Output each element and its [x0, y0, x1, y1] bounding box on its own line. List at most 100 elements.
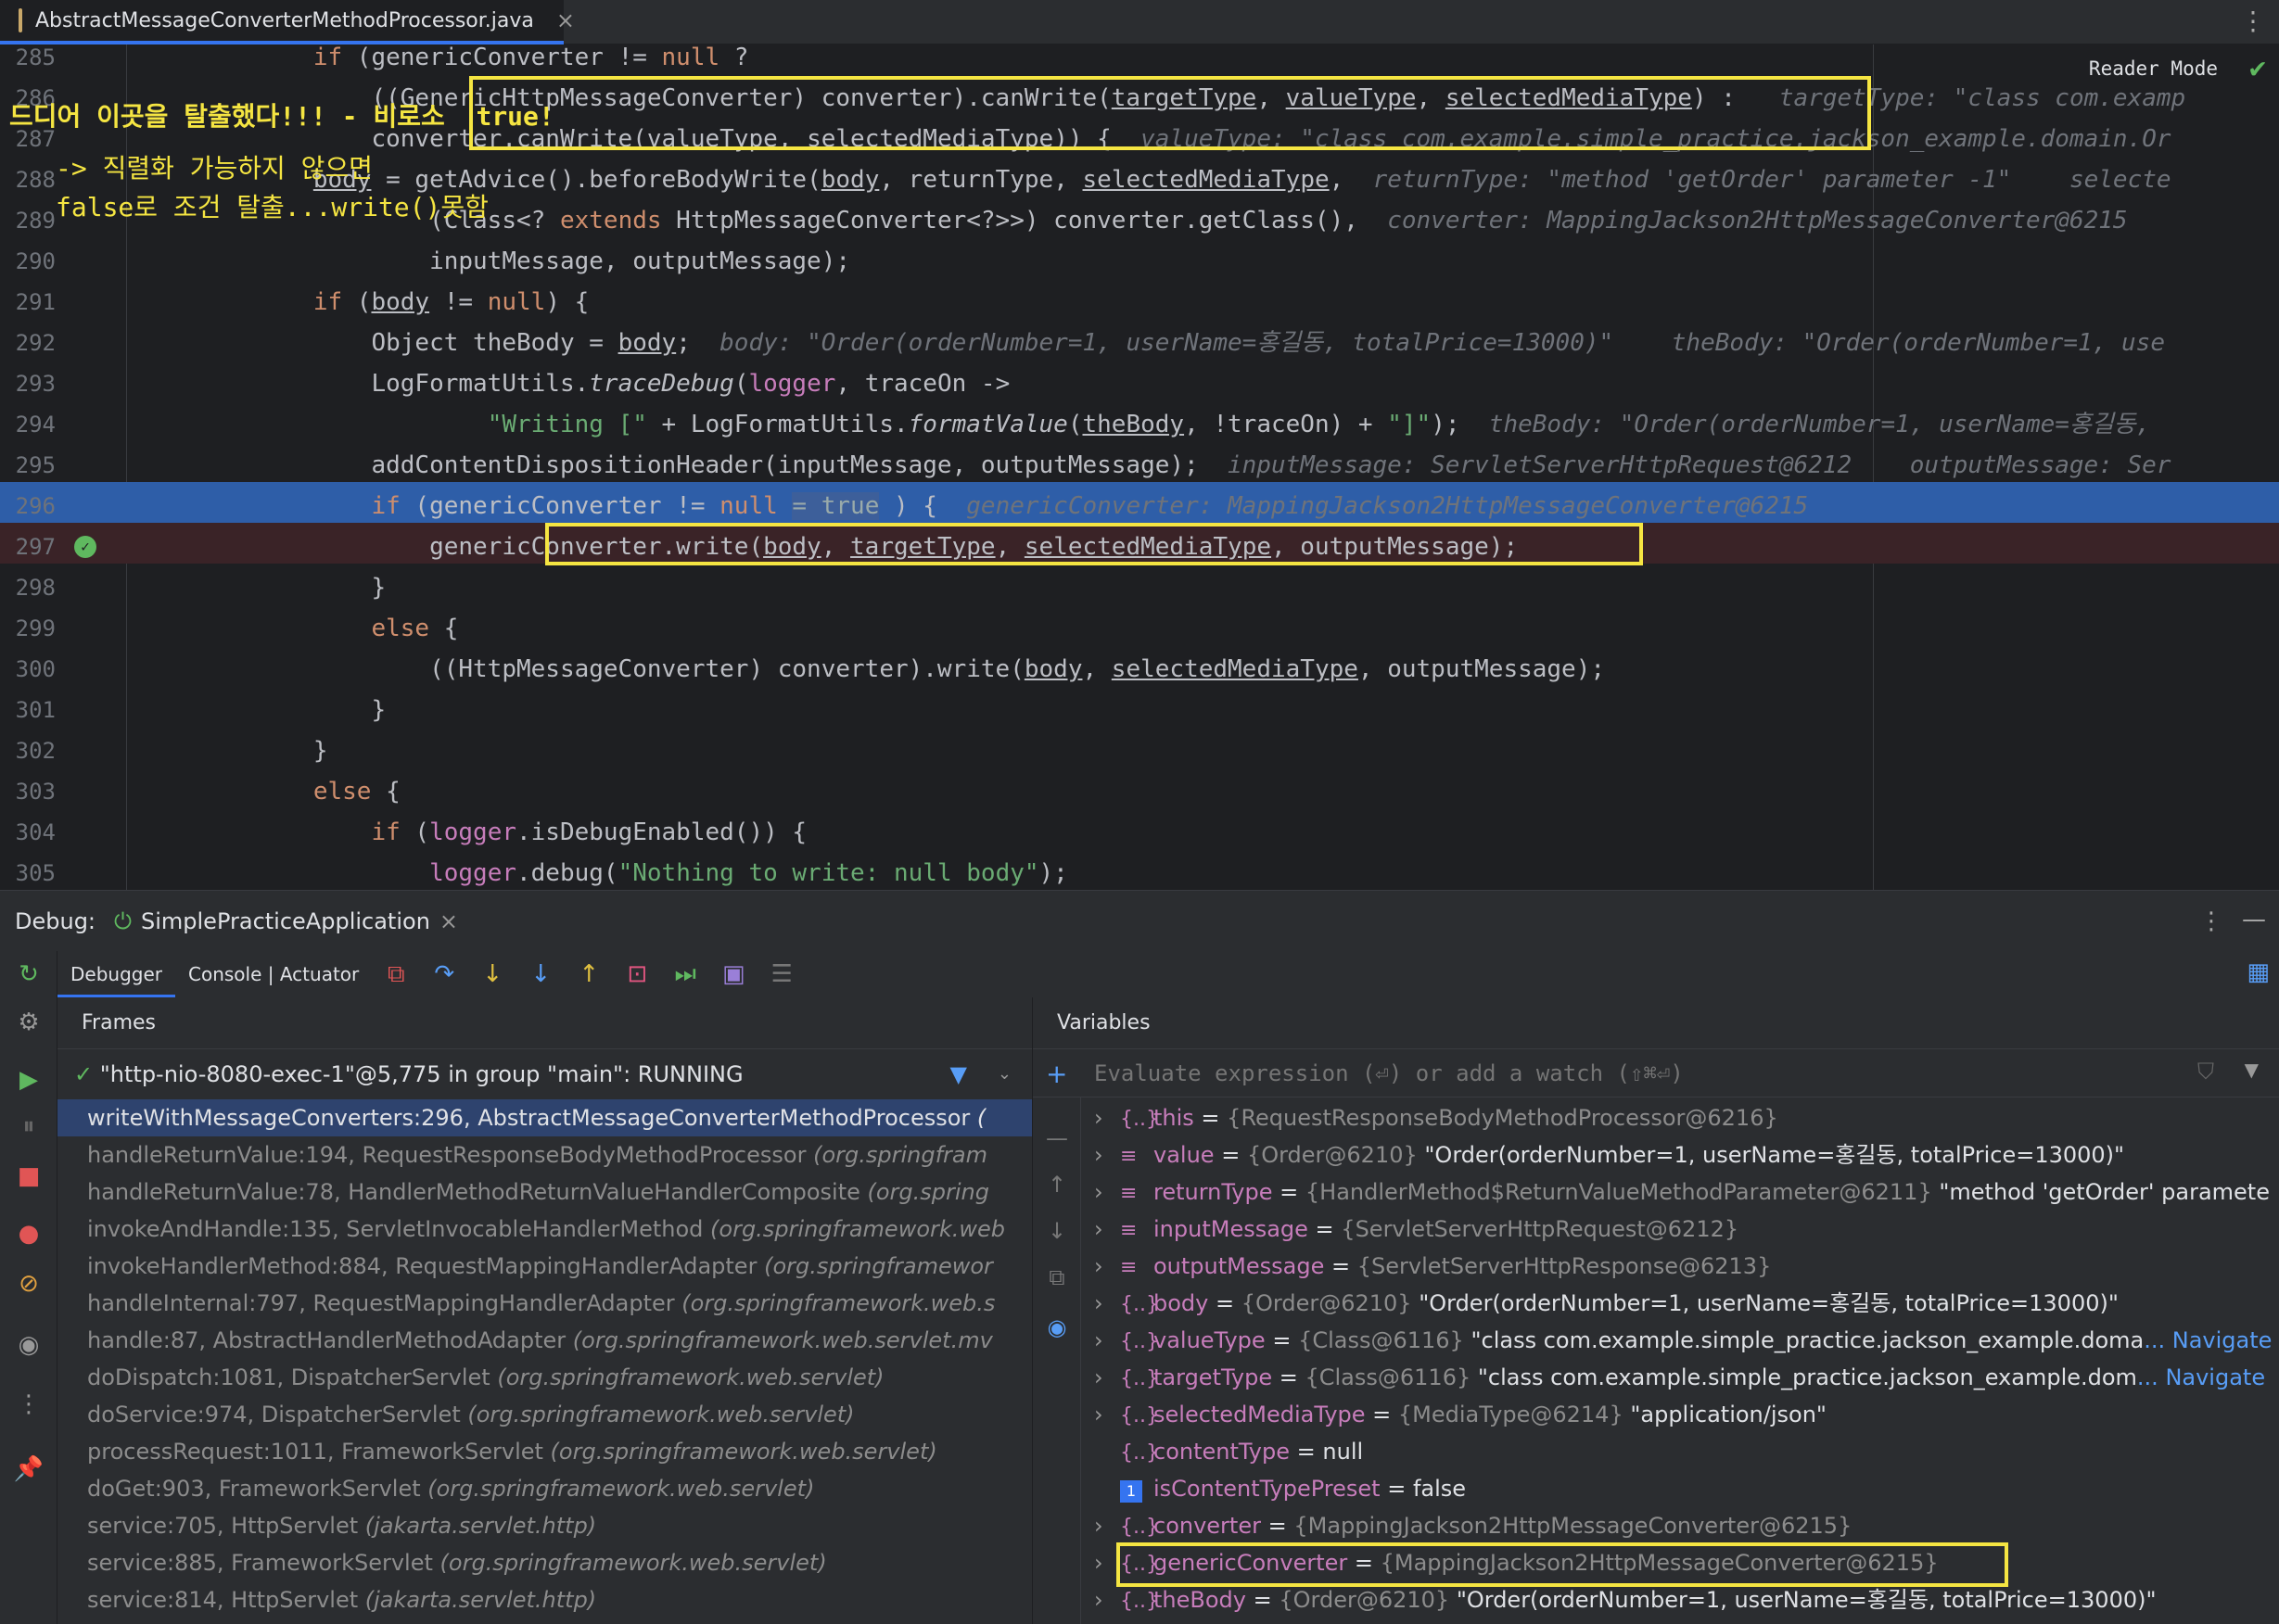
- stack-frame[interactable]: handleReturnValue:194, RequestResponseBo…: [57, 1136, 1032, 1174]
- stack-frame[interactable]: handle:87, AbstractHandlerMethodAdapter …: [57, 1322, 1032, 1359]
- variable-row[interactable]: › {..}converter = {MappingJackson2HttpMes…: [1094, 1507, 1852, 1544]
- code-line[interactable]: 301 }: [0, 690, 2279, 730]
- mute-breakpoints-icon[interactable]: ⊘: [11, 1266, 46, 1301]
- variable-row[interactable]: › {..}targetType = {Class@6116} "class co…: [1094, 1359, 2265, 1396]
- code-line[interactable]: 298 }: [0, 567, 2279, 608]
- variable-row[interactable]: › {..}this = {RequestResponseBodyMethodPr…: [1094, 1099, 1778, 1136]
- file-tab[interactable]: AbstractMessageConverterMethodProcessor.…: [0, 0, 575, 44]
- stack-frame[interactable]: writeWithMessageConverters:296, Abstract…: [57, 1099, 1032, 1136]
- stack-frame[interactable]: service:705, HttpServlet (jakarta.servle…: [57, 1507, 1032, 1544]
- code-line[interactable]: 303 else {: [0, 771, 2279, 812]
- variable-row[interactable]: › ≡ value = {Order@6210} "Order(orderNumbe…: [1094, 1136, 2124, 1174]
- stack-frame[interactable]: doService:974, DispatcherServlet (org.sp…: [57, 1396, 1032, 1433]
- line-number[interactable]: 296: [7, 486, 56, 527]
- stack-frame[interactable]: doDispatch:1081, DispatcherServlet (org.…: [57, 1359, 1032, 1396]
- line-number[interactable]: 300: [7, 649, 56, 690]
- stop-icon[interactable]: ■: [11, 1159, 46, 1194]
- code-line[interactable]: 305 logger.debug("Nothing to write: null…: [0, 853, 2279, 890]
- evaluate-expression-input[interactable]: [1094, 1049, 2114, 1097]
- more-actions-icon[interactable]: ⋮: [11, 1387, 46, 1422]
- variable-row[interactable]: › {..}selectedMediaType = {MediaType@6214…: [1094, 1396, 1827, 1433]
- line-number[interactable]: 299: [7, 608, 56, 649]
- line-number[interactable]: 289: [7, 200, 56, 241]
- settings-icon[interactable]: ⚙: [11, 1005, 46, 1040]
- camera-icon[interactable]: ◉: [11, 1327, 46, 1363]
- step-out-icon[interactable]: ↑: [565, 951, 613, 997]
- stack-frame[interactable]: invokeHandlerMethod:884, RequestMappingH…: [57, 1248, 1032, 1285]
- code-editor[interactable]: 285 if (genericConverter != null ? 286 ((…: [0, 44, 2279, 890]
- force-step-into-icon[interactable]: ↓: [516, 951, 565, 997]
- more-options-icon[interactable]: ⋮: [2240, 6, 2266, 36]
- filter-icon[interactable]: ▼: [950, 1049, 967, 1099]
- code-line[interactable]: 292 Object theBody = body; body: "Order(…: [0, 323, 2279, 363]
- add-watch-icon[interactable]: +: [1046, 1059, 1067, 1089]
- line-number[interactable]: 290: [7, 241, 56, 282]
- stack-frame[interactable]: doGet:903, FrameworkServlet (org.springf…: [57, 1470, 1032, 1507]
- code-line[interactable]: 285 if (genericConverter != null ?: [0, 44, 2279, 78]
- tab-debugger[interactable]: Debugger: [57, 951, 175, 997]
- resume-icon[interactable]: ▶: [11, 1062, 46, 1097]
- code-line[interactable]: 302 }: [0, 730, 2279, 771]
- line-number[interactable]: 298: [7, 567, 56, 608]
- line-number[interactable]: 285: [7, 44, 56, 78]
- line-number[interactable]: 302: [7, 730, 56, 771]
- expand-chevron-icon[interactable]: ›: [1094, 1136, 1120, 1174]
- code-line[interactable]: 300 ((HttpMessageConverter) converter).w…: [0, 649, 2279, 690]
- line-number[interactable]: 294: [7, 404, 56, 445]
- expand-chevron-icon[interactable]: ›: [1094, 1099, 1120, 1136]
- variable-row[interactable]: {..}contentType = null: [1094, 1433, 1363, 1470]
- bookmark-icon[interactable]: ⛉: [2197, 1059, 2214, 1085]
- variable-row[interactable]: › ≡ returnType = {HandlerMethod$ReturnValu…: [1094, 1174, 2270, 1211]
- step-over-icon[interactable]: ↷: [420, 951, 468, 997]
- stack-frame[interactable]: processRequest:1011, FrameworkServlet (o…: [57, 1433, 1032, 1470]
- chevron-down-icon[interactable]: ⌄: [998, 1049, 1012, 1099]
- code-line[interactable]: 304 if (logger.isDebugEnabled()) {: [0, 812, 2279, 853]
- close-tab-icon[interactable]: ×: [556, 7, 575, 33]
- navigate-link[interactable]: ... Navigate: [2137, 1364, 2265, 1390]
- line-number[interactable]: 291: [7, 282, 56, 323]
- view-breakpoints-icon[interactable]: ●: [11, 1216, 46, 1251]
- variable-row[interactable]: › ≡ outputMessage = {ServletServerHttpResp…: [1094, 1248, 1771, 1285]
- stack-frame[interactable]: invokeAndHandle:135, ServletInvocableHan…: [57, 1211, 1032, 1248]
- line-number[interactable]: 303: [7, 771, 56, 812]
- expand-chevron-icon[interactable]: ›: [1094, 1174, 1120, 1211]
- code-line[interactable]: 295 addContentDispositionHeader(inputMes…: [0, 445, 2279, 486]
- variable-row[interactable]: › {..}theBody = {Order@6210} "Order(order…: [1094, 1581, 2157, 1618]
- expand-chevron-icon[interactable]: ›: [1094, 1396, 1120, 1433]
- expand-chevron-icon[interactable]: ›: [1094, 1211, 1120, 1248]
- code-line[interactable]: 290 inputMessage, outputMessage);: [0, 241, 2279, 282]
- drop-frame-icon[interactable]: ⊡: [613, 951, 661, 997]
- expand-chevron-icon[interactable]: ›: [1094, 1285, 1120, 1322]
- code-line[interactable]: 291 if (body != null) {: [0, 282, 2279, 323]
- expand-chevron-icon[interactable]: ›: [1094, 1248, 1120, 1285]
- show-execution-point-icon[interactable]: ⧉: [372, 951, 420, 997]
- step-into-icon[interactable]: ↓: [468, 951, 516, 997]
- reader-mode-button[interactable]: Reader Mode: [2089, 57, 2218, 80]
- stack-frame[interactable]: handleReturnValue:78, HandlerMethodRetur…: [57, 1174, 1032, 1211]
- thread-selector[interactable]: ✓ "http-nio-8080-exec-1"@5,775 in group …: [57, 1049, 1032, 1099]
- run-to-cursor-icon[interactable]: ⏭: [661, 951, 709, 997]
- code-line[interactable]: 299 else {: [0, 608, 2279, 649]
- stack-frame[interactable]: handleInternal:797, RequestMappingHandle…: [57, 1285, 1032, 1322]
- expand-chevron-icon[interactable]: ›: [1094, 1359, 1120, 1396]
- variable-row[interactable]: › {..}body = {Order@6210} "Order(orderNum…: [1094, 1285, 2119, 1322]
- variable-row[interactable]: › {..}valueType = {Class@6116} "class com…: [1094, 1322, 2272, 1359]
- watch-eye-icon[interactable]: ◉: [1040, 1314, 1074, 1340]
- variable-row[interactable]: 1 isContentTypePreset = false: [1094, 1470, 1466, 1507]
- expand-chevron-icon[interactable]: ›: [1094, 1581, 1120, 1618]
- line-number[interactable]: 288: [7, 159, 56, 200]
- code-line[interactable]: 296 if (genericConverter != null = true …: [0, 486, 2279, 527]
- remove-watch-icon[interactable]: —: [1040, 1125, 1074, 1151]
- line-number[interactable]: 292: [7, 323, 56, 363]
- tab-console-actuator[interactable]: Console | Actuator: [175, 951, 372, 997]
- line-number[interactable]: 297: [7, 527, 56, 567]
- trace-icon[interactable]: ☰: [758, 951, 806, 997]
- line-number[interactable]: 295: [7, 445, 56, 486]
- close-session-icon[interactable]: ×: [439, 908, 458, 934]
- line-number[interactable]: 293: [7, 363, 56, 404]
- expand-chevron-icon[interactable]: ›: [1094, 1507, 1120, 1544]
- eval-dropdown-icon[interactable]: ▼: [2245, 1059, 2259, 1081]
- evaluate-icon[interactable]: ▣: [709, 951, 758, 997]
- variable-row[interactable]: › ≡ inputMessage = {ServletServerHttpReque…: [1094, 1211, 1738, 1248]
- expand-chevron-icon[interactable]: ›: [1094, 1322, 1120, 1359]
